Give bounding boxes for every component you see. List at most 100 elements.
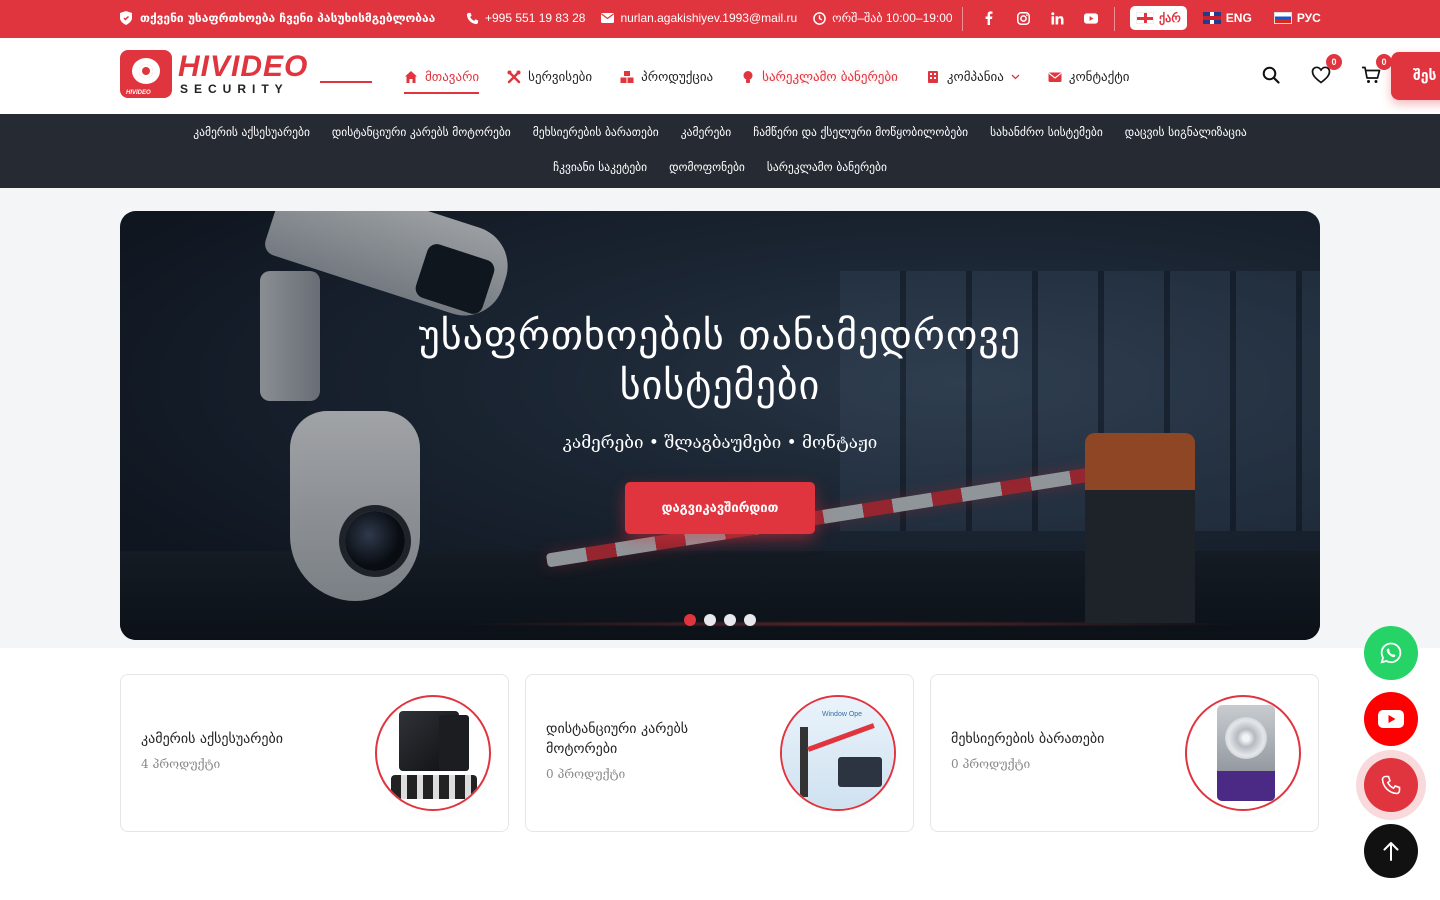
logo-name: HIVIDEO: [178, 50, 309, 83]
logo-badge-text: HIVIDEO: [126, 90, 151, 96]
login-label: შეს: [1413, 68, 1437, 84]
slider-dot[interactable]: [684, 614, 696, 626]
instagram-icon[interactable]: [1016, 10, 1030, 26]
lightbulb-icon: [743, 71, 753, 83]
call-button[interactable]: [1364, 758, 1418, 812]
scroll-to-top-button[interactable]: [1364, 824, 1418, 878]
nav-home[interactable]: მთავარი: [404, 66, 480, 94]
slider-dot[interactable]: [724, 614, 736, 626]
hero-subtitle: კამერები • შლაგბაუმები • მონტაჟი: [562, 433, 878, 453]
nav-banners[interactable]: სარეკლამო ბანერები: [741, 66, 898, 88]
wishlist-button[interactable]: 0: [1310, 54, 1342, 86]
slider-dots: [120, 614, 1320, 626]
lang-ru[interactable]: РУС: [1268, 6, 1327, 30]
card-count: 0 პროდუქტი: [951, 757, 1031, 771]
nav-products[interactable]: პროდუქცია: [620, 66, 713, 88]
nav-company[interactable]: კომპანია: [926, 66, 1020, 88]
contact-us-label: დაგვიკავშირდით: [661, 500, 779, 516]
nav-contact[interactable]: კონტაქტი: [1048, 66, 1130, 88]
boxes-icon: [620, 71, 634, 83]
linkedin-icon[interactable]: [1050, 10, 1064, 26]
category-alarm[interactable]: დაცვის სიგნალიზაცია: [1125, 125, 1247, 139]
nav-company-label: კომპანია: [946, 69, 1004, 85]
accessories-image: [391, 775, 477, 799]
category-memory-cards[interactable]: მეხსიერების ბარათები: [533, 125, 659, 139]
category-cameras[interactable]: კამერები: [681, 125, 731, 139]
hard-drive-platter: [1225, 717, 1267, 759]
category-recorders-network[interactable]: ჩამწერი და ქსელური მოწყობილობები: [753, 125, 968, 139]
hero-title-line-1: უსაფრთხოების თანამედროვე: [418, 313, 1022, 359]
category-fire-systems[interactable]: სახანძრო სისტემები: [990, 125, 1103, 139]
gate-pole-image: [800, 727, 808, 797]
slogan-text: თქვენი უსაფრთხოება ჩვენი პასუხისმგებლობა…: [140, 11, 436, 25]
divider: [1114, 7, 1115, 31]
whatsapp-button[interactable]: [1364, 626, 1418, 680]
youtube-icon: [1378, 710, 1404, 728]
card-title: მეხსიერების ბარათები: [951, 731, 1105, 747]
login-button[interactable]: შეს: [1391, 52, 1440, 100]
category-card[interactable]: კამერის აქსესუარები 4 პროდუქტი: [120, 674, 509, 832]
slider-dot[interactable]: [704, 614, 716, 626]
wishlist-count: 0: [1326, 54, 1342, 70]
hero-overlay: [120, 211, 1320, 640]
slogan: თქვენი უსაფრთხოება ჩვენი პასუხისმგებლობა…: [120, 11, 435, 25]
divider: [962, 7, 963, 31]
home-icon: [405, 71, 417, 83]
youtube-icon[interactable]: [1084, 10, 1098, 26]
lang-ka[interactable]: ქარ: [1130, 6, 1187, 30]
chevron-down-icon: [1011, 74, 1020, 80]
site-logo[interactable]: HIVIDEO HIVIDEO SECURITY: [120, 50, 372, 100]
category-smart-locks[interactable]: ჩკვიანი საკეტები: [553, 160, 647, 174]
mail-icon: [601, 13, 615, 23]
phone-link[interactable]: +995 551 19 83 28: [466, 11, 585, 25]
lang-ka-label: ქარ: [1159, 11, 1181, 25]
card-title: კამერის აქსესუარები: [141, 731, 284, 747]
nav-services-label: სერვისები: [528, 69, 593, 85]
facebook-icon[interactable]: [982, 10, 996, 26]
category-banners[interactable]: სარეკლამო ბანერები: [767, 160, 887, 174]
georgia-flag-icon: [1136, 12, 1154, 24]
category-intercoms[interactable]: დომოფონები: [669, 160, 745, 174]
logo-tagline: SECURITY: [180, 82, 289, 96]
envelope-icon: [1048, 72, 1062, 82]
card-count: 0 პროდუქტი: [546, 767, 626, 781]
category-card[interactable]: მეხსიერების ბარათები 0 პროდუქტი: [930, 674, 1319, 832]
working-hours: ორშ–შაბ 10:00–19:00: [813, 11, 953, 25]
nav-contact-label: კონტაქტი: [1068, 69, 1130, 85]
phone-icon: [1381, 775, 1401, 795]
category-gate-motors[interactable]: დისტანციური კარებს მოტორები: [332, 125, 511, 139]
rack-cabinet-image: [439, 715, 469, 771]
main-header: HIVIDEO HIVIDEO SECURITY მთავარი სერვისე…: [0, 38, 1440, 114]
header-tools: 0 0: [1260, 54, 1392, 86]
tools-icon: [507, 70, 521, 84]
phone-icon: [466, 12, 479, 24]
category-card[interactable]: დისტანციური კარებს მოტორები 0 პროდუქტი W…: [525, 674, 914, 832]
hero-title-line-2: სისტემები: [619, 363, 821, 409]
phone-number: +995 551 19 83 28: [485, 11, 586, 25]
slider-dot[interactable]: [744, 614, 756, 626]
hard-drive-label: [1217, 771, 1275, 801]
nav-services[interactable]: სერვისები: [507, 66, 592, 88]
search-button[interactable]: [1260, 64, 1282, 86]
card-image: Window Ope: [780, 695, 896, 811]
hero-slider: უსაფრთხოების თანამედროვე სისტემები კამერ…: [120, 211, 1320, 640]
clock-icon: [813, 11, 826, 25]
category-row-2: ჩკვიანი საკეტები დომოფონები სარეკლამო ბა…: [0, 160, 1440, 174]
email-link[interactable]: nurlan.agakishiyev.1993@mail.ru: [601, 11, 797, 25]
card-image: [375, 695, 491, 811]
arrow-up-icon: [1383, 842, 1399, 861]
category-camera-accessories[interactable]: კამერის აქსესუარები: [193, 125, 310, 139]
contact-us-button[interactable]: დაგვიკავშირდით: [625, 482, 815, 534]
lang-en[interactable]: ENG: [1197, 6, 1258, 30]
hours-text: ორშ–შაბ 10:00–19:00: [832, 11, 953, 25]
cart-button[interactable]: 0: [1360, 54, 1392, 86]
nav-banners-label: სარეკლამო ბანერები: [762, 69, 898, 85]
cart-count: 0: [1376, 54, 1392, 70]
camera-lens-icon: [132, 58, 160, 84]
card-image: [1185, 695, 1301, 811]
category-row-1: კამერის აქსესუარები დისტანციური კარებს მ…: [0, 125, 1440, 139]
lang-en-label: ENG: [1225, 11, 1252, 25]
youtube-button[interactable]: [1364, 692, 1418, 746]
shield-icon: [120, 11, 132, 25]
nav-products-label: პროდუქცია: [641, 69, 714, 85]
